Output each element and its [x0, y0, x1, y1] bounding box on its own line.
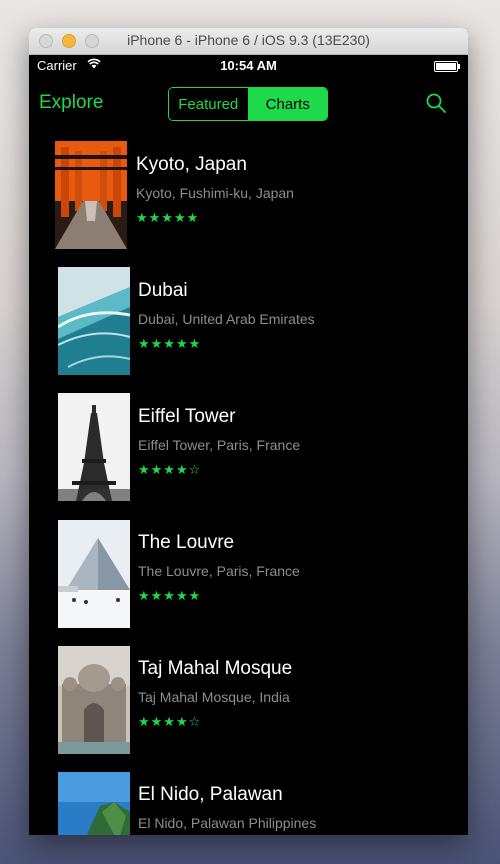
place-title: Eiffel Tower	[138, 406, 236, 427]
search-icon[interactable]	[425, 92, 447, 114]
place-subtitle: El Nido, Palawan Philippines	[138, 815, 317, 831]
segment-charts[interactable]: Charts	[248, 88, 327, 120]
status-bar: Carrier 10:54 AM	[29, 55, 468, 75]
place-thumbnail	[55, 141, 127, 249]
place-subtitle: The Louvre, Paris, France	[138, 563, 300, 579]
place-title: Dubai	[138, 280, 188, 301]
place-thumbnail	[58, 520, 130, 628]
list-item[interactable]: The Louvre The Louvre, Paris, France ★★★…	[29, 515, 468, 641]
list-item[interactable]: Eiffel Tower Eiffel Tower, Paris, France…	[29, 389, 468, 515]
place-title: El Nido, Palawan	[138, 784, 283, 805]
place-subtitle: Taj Mahal Mosque, India	[138, 689, 290, 705]
place-thumbnail	[58, 393, 130, 501]
list-item[interactable]: Taj Mahal Mosque Taj Mahal Mosque, India…	[29, 641, 468, 767]
status-time: 10:54 AM	[220, 58, 277, 73]
list-item[interactable]: El Nido, Palawan El Nido, Palawan Philip…	[29, 767, 468, 835]
place-thumbnail	[58, 267, 130, 375]
place-title: Kyoto, Japan	[136, 154, 247, 175]
list-item[interactable]: Dubai Dubai, United Arab Emirates ★★★★★	[29, 263, 468, 389]
segment-featured[interactable]: Featured	[169, 88, 249, 120]
rating-stars: ★★★★☆	[138, 463, 202, 478]
place-subtitle: Eiffel Tower, Paris, France	[138, 437, 301, 453]
places-list[interactable]: Kyoto, Japan Kyoto, Fushimi-ku, Japan ★★…	[29, 131, 468, 835]
place-title: The Louvre	[138, 532, 235, 553]
window-title: iPhone 6 - iPhone 6 / iOS 9.3 (13E230)	[127, 32, 370, 48]
nav-title: Explore	[39, 92, 104, 113]
place-title: Taj Mahal Mosque	[138, 658, 293, 679]
navigation-bar: Explore Featured Charts	[29, 75, 468, 131]
place-subtitle: Kyoto, Fushimi-ku, Japan	[136, 185, 294, 201]
place-thumbnail	[58, 772, 130, 835]
place-thumbnail	[58, 646, 130, 754]
rating-stars: ★★★★★	[136, 211, 200, 226]
rating-stars: ★★★★★	[138, 337, 202, 352]
rating-stars: ★★★★★	[138, 589, 202, 604]
window-titlebar[interactable]: iPhone 6 - iPhone 6 / iOS 9.3 (13E230)	[29, 28, 468, 55]
rating-stars: ★★★★☆	[138, 715, 202, 730]
segmented-control: Featured Charts	[168, 87, 328, 121]
battery-icon	[434, 61, 460, 72]
list-item[interactable]: Kyoto, Japan Kyoto, Fushimi-ku, Japan ★★…	[29, 137, 468, 263]
simulator-window: iPhone 6 - iPhone 6 / iOS 9.3 (13E230) C…	[29, 28, 468, 835]
place-subtitle: Dubai, United Arab Emirates	[138, 311, 315, 327]
